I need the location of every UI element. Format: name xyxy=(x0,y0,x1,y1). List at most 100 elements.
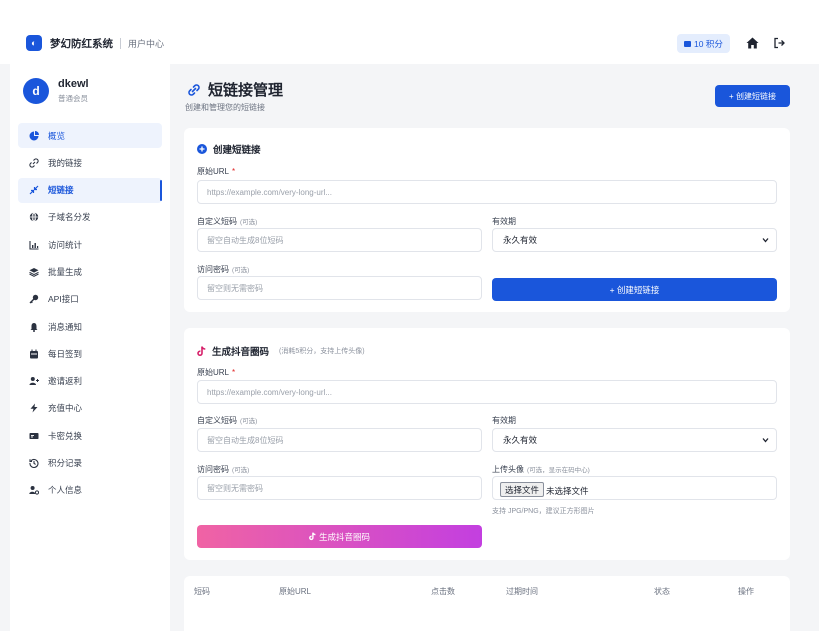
sidebar-item-label: 我的链接 xyxy=(48,157,83,168)
plus-circle-icon xyxy=(197,144,207,154)
expiry-value: 永久有效 xyxy=(503,435,538,445)
tiktok-icon xyxy=(197,345,206,356)
user-name: dkewl xyxy=(58,78,89,90)
create-short-link-card: 创建短链接 原始URL * https://example.com/very-lo… xyxy=(184,128,790,312)
expiry-select[interactable]: 永久有效 xyxy=(492,428,777,452)
brand[interactable]: ◐ 梦幻防红系统 用户中心 xyxy=(26,35,164,51)
page-subtitle: 创建和管理您的短链接 xyxy=(185,103,265,112)
avatar: d xyxy=(23,78,49,104)
top-bar: ◐ 梦幻防红系统 用户中心 10 积分 xyxy=(0,0,819,64)
douyin-code-card: 生成抖音圈码 (消耗5积分，支持上传头像) 原始URL * https://exa… xyxy=(184,328,790,560)
sidebar-item-history[interactable]: 积分记录 xyxy=(18,451,162,476)
table-header-url[interactable]: 原始URL xyxy=(279,586,311,597)
file-status: 未选择文件 xyxy=(546,486,589,496)
sidebar-item-label: 个人信息 xyxy=(48,485,83,496)
url-input[interactable]: https://example.com/very-long-url... xyxy=(197,180,777,204)
sidebar-item-key[interactable]: API接口 xyxy=(18,287,162,312)
chevron-down-icon xyxy=(762,238,769,243)
choose-file-button[interactable]: 选择文件 xyxy=(500,482,545,497)
bar-chart-icon xyxy=(29,240,39,250)
home-icon[interactable] xyxy=(746,37,759,49)
password-input[interactable]: 留空则无需密码 xyxy=(197,276,482,300)
tiktok-icon xyxy=(309,532,316,541)
sidebar-item-compress[interactable]: 短链接 xyxy=(18,177,162,203)
links-table-card xyxy=(184,576,790,631)
history-icon xyxy=(29,458,39,469)
generate-douyin-label: 生成抖音圈码 xyxy=(318,531,370,542)
submit-create-short-link-button[interactable]: + 创建短链接 xyxy=(492,278,777,301)
generate-douyin-code-button[interactable]: 生成抖音圈码 xyxy=(197,525,482,548)
sidebar-item-link[interactable]: 我的链接 xyxy=(18,150,162,175)
link-icon xyxy=(29,158,39,168)
sidebar-item-label: 短链接 xyxy=(48,185,74,196)
url-label: 原始URL * xyxy=(197,368,236,377)
user-cog-icon xyxy=(29,485,39,495)
page-title: 短链接管理 xyxy=(186,79,283,100)
pie-chart-icon xyxy=(29,130,39,141)
table-header-clicks[interactable]: 点击数 xyxy=(431,586,455,597)
expiry-value: 永久有效 xyxy=(503,235,538,245)
sidebar-item-layers[interactable]: 批量生成 xyxy=(18,259,162,284)
ticket-icon xyxy=(29,431,39,441)
sidebar-item-label: 消息通知 xyxy=(48,321,83,332)
user-card: d dkewl 普通会员 xyxy=(23,78,89,104)
sidebar-menu: 概览我的链接短链接子域名分发 访问统计批量生成 API接口消息通知每日签到邀请返利充… xyxy=(18,123,162,505)
logout-icon[interactable] xyxy=(773,37,785,49)
sidebar-item-label: API接口 xyxy=(48,294,79,305)
points-label: 10 积分 xyxy=(694,38,723,49)
points-badge[interactable]: 10 积分 xyxy=(677,34,730,53)
shield-logo-icon: ◐ xyxy=(26,35,42,51)
custom-code-label: 自定义短码 (可选) xyxy=(197,416,258,425)
sidebar-item-label: 积分记录 xyxy=(48,458,83,469)
create-short-link-button[interactable]: + 创建短链接 xyxy=(715,85,790,107)
sidebar-item-pie-chart[interactable]: 概览 xyxy=(18,123,162,148)
expiry-label: 有效期 xyxy=(492,217,516,226)
brand-name: 梦幻防红系统 xyxy=(50,37,113,50)
card-title-text: 创建短链接 xyxy=(213,145,261,156)
sidebar-item-label: 批量生成 xyxy=(48,266,83,277)
bolt-icon xyxy=(29,403,39,413)
user-plus-icon xyxy=(29,376,39,386)
card-title: 生成抖音圈码 (消耗5积分，支持上传头像) xyxy=(197,344,365,358)
link-icon xyxy=(188,83,200,96)
card-title-text: 生成抖音圈码 xyxy=(212,347,270,358)
page-title-text: 短链接管理 xyxy=(208,82,284,99)
key-icon xyxy=(29,294,39,304)
table-header-code[interactable]: 短码 xyxy=(194,586,210,597)
table-header-status[interactable]: 状态 xyxy=(654,586,670,597)
sidebar-item-label: 概览 xyxy=(48,130,66,141)
sidebar-item-globe[interactable]: 子域名分发 xyxy=(18,205,162,230)
expiry-select[interactable]: 永久有效 xyxy=(492,228,777,252)
sidebar: d dkewl 普通会员 概览我的链接短链接子域名分发 访问统计批量生成 API接口… xyxy=(10,64,170,631)
calendar-icon xyxy=(29,349,39,359)
sidebar-item-label: 卡密兑换 xyxy=(48,430,83,441)
custom-code-input[interactable]: 留空自动生成8位短码 xyxy=(197,428,482,452)
expiry-label: 有效期 xyxy=(492,416,516,425)
sidebar-item-bar-chart[interactable]: 访问统计 xyxy=(18,232,162,257)
table-header-expiry[interactable]: 过期时间 xyxy=(506,586,538,597)
card-note: (消耗5积分，支持上传头像) xyxy=(279,348,365,355)
sidebar-item-user-cog[interactable]: 个人信息 xyxy=(18,478,162,503)
avatar-upload-label: 上传头像 (可选，显示在码中心) xyxy=(492,465,590,474)
password-label: 访问密码 (可选) xyxy=(197,465,250,474)
brand-subtitle: 用户中心 xyxy=(128,38,165,49)
custom-code-input[interactable]: 留空自动生成8位短码 xyxy=(197,228,482,252)
user-meta: dkewl 普通会员 xyxy=(58,78,89,104)
sidebar-item-calendar[interactable]: 每日签到 xyxy=(18,341,162,366)
url-input[interactable]: https://example.com/very-long-url... xyxy=(197,380,777,404)
sidebar-item-bolt[interactable]: 充值中心 xyxy=(18,396,162,421)
sidebar-item-ticket[interactable]: 卡密兑换 xyxy=(18,423,162,448)
chevron-down-icon xyxy=(762,438,769,443)
custom-code-label: 自定义短码 (可选) xyxy=(197,217,258,226)
wallet-icon xyxy=(684,40,691,47)
file-hint: 支持 JPG/PNG，建议正方形图片 xyxy=(492,508,595,515)
sidebar-item-user-plus[interactable]: 邀请返利 xyxy=(18,369,162,394)
sidebar-item-bell[interactable]: 消息通知 xyxy=(18,314,162,339)
layers-icon xyxy=(29,267,39,277)
card-title: 创建短链接 xyxy=(197,142,261,156)
table-header-actions[interactable]: 操作 xyxy=(738,586,754,597)
sidebar-item-label: 邀请返利 xyxy=(48,376,83,387)
password-input[interactable]: 留空则无需密码 xyxy=(197,476,482,500)
compress-icon xyxy=(29,185,39,195)
password-label: 访问密码 (可选) xyxy=(197,265,250,274)
